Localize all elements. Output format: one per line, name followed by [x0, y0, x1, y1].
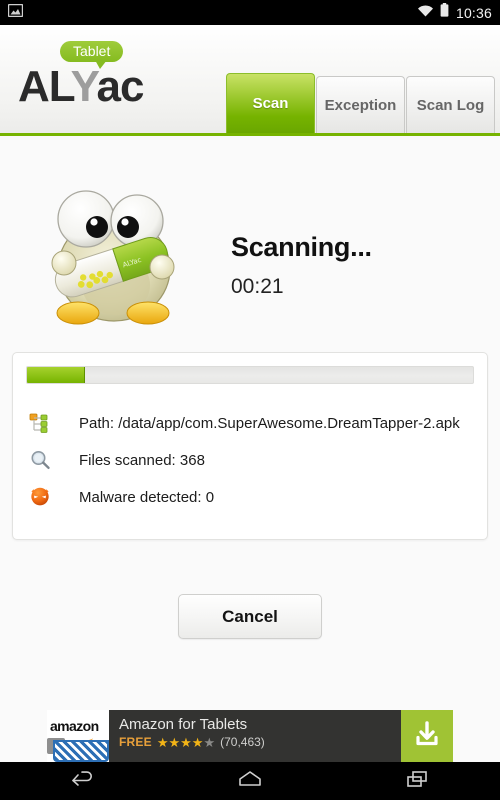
magnifier-icon — [27, 447, 53, 473]
ad-rating-stars: ★ ★ ★ ★ ★ — [157, 736, 215, 749]
app-header: Tablet ALYac Scan Exception Scan Log — [0, 25, 500, 136]
ad-download-button[interactable] — [401, 710, 453, 762]
home-icon — [237, 769, 263, 794]
wifi-icon — [417, 4, 434, 22]
status-bar-notifications — [7, 3, 24, 22]
star-icon: ★ — [156, 734, 169, 750]
shopping-cart-icon — [53, 740, 109, 762]
ad-rating-count: (70,463) — [220, 735, 265, 750]
nav-recents-button[interactable] — [387, 762, 447, 800]
logo-tablet-badge: Tablet — [60, 41, 124, 69]
tab-scan-log-label: Scan Log — [416, 96, 485, 114]
tab-scan-log[interactable]: Scan Log — [406, 76, 495, 133]
logo-text-y: Y — [70, 62, 98, 111]
battery-icon — [440, 3, 449, 22]
scan-status-title: Scanning... — [231, 232, 372, 262]
cancel-button[interactable]: Cancel — [178, 594, 322, 639]
tab-scan-label: Scan — [252, 95, 289, 112]
download-icon — [412, 719, 442, 754]
scan-path-text: Path: /data/app/com.SuperAwesome.DreamTa… — [79, 414, 460, 432]
ad-subline: FREE ★ ★ ★ ★ ★ (70,463) — [119, 735, 401, 749]
android-nav-bar — [0, 762, 500, 800]
recents-icon — [404, 769, 430, 794]
app-screen: 10:36 Tablet ALYac Scan Exception Scan L… — [0, 0, 500, 800]
logo-wordmark: ALYac — [18, 65, 198, 109]
scan-path-row: Path: /data/app/com.SuperAwesome.DreamTa… — [27, 410, 460, 436]
nav-home-button[interactable] — [220, 762, 280, 800]
files-scanned-row: Files scanned: 368 — [27, 447, 205, 473]
scan-info-card: Path: /data/app/com.SuperAwesome.DreamTa… — [12, 352, 488, 540]
tab-scan[interactable]: Scan — [226, 73, 315, 133]
malware-detected-row: Malware detected: 0 — [27, 484, 214, 510]
ad-price-label: FREE — [119, 735, 152, 750]
app-logo: Tablet ALYac — [18, 41, 198, 109]
image-icon — [7, 3, 24, 22]
ad-banner[interactable]: amazon Amazon for Tablets FREE ★ ★ ★ ★ ★ (70… — [47, 710, 453, 762]
files-scanned-text: Files scanned: 368 — [79, 451, 205, 469]
status-bar: 10:36 — [0, 0, 500, 25]
status-bar-clock: 10:36 — [455, 4, 492, 21]
folder-tree-icon — [27, 410, 53, 436]
logo-text-al: AL — [18, 62, 72, 111]
malware-detected-text: Malware detected: 0 — [79, 488, 215, 506]
scan-elapsed-time: 00:21 — [231, 275, 284, 298]
ad-body: Amazon for Tablets FREE ★ ★ ★ ★ ★ (70,463) — [109, 710, 401, 762]
star-icon: ★ — [180, 734, 192, 750]
tab-exception[interactable]: Exception — [316, 76, 405, 133]
ad-title: Amazon for Tablets — [119, 716, 248, 733]
scan-progress-fill — [27, 367, 85, 383]
nav-back-button[interactable] — [53, 762, 113, 800]
main-content: ALYac Scanning... 00:21 Path: /data/app/… — [0, 139, 500, 700]
back-icon — [70, 770, 96, 793]
star-icon: ★ — [191, 734, 204, 750]
logo-text-ac: ac — [96, 62, 145, 111]
star-icon: ★ — [203, 734, 216, 750]
tab-bar: Scan Exception Scan Log — [226, 73, 500, 133]
alyac-mascot-icon: ALYac — [34, 177, 194, 337]
star-icon: ★ — [168, 734, 181, 750]
amazon-logo-icon: amazon — [47, 710, 109, 762]
malware-devil-icon — [27, 484, 53, 510]
status-bar-system-icons: 10:36 — [417, 3, 492, 22]
tab-exception-label: Exception — [324, 96, 397, 114]
scan-progress-bar — [26, 366, 474, 384]
